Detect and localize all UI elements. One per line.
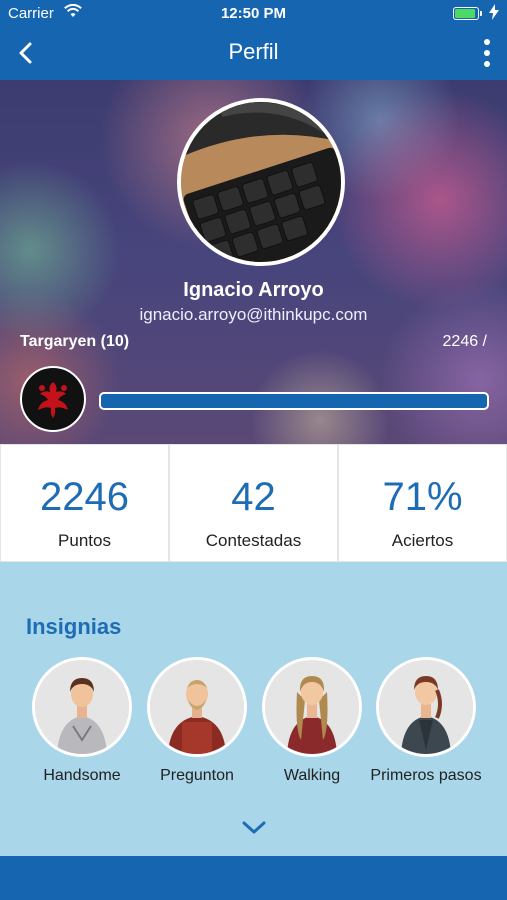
badge-label: Handsome	[43, 767, 121, 784]
battery-icon	[453, 7, 482, 20]
more-vertical-icon[interactable]	[481, 38, 493, 68]
page-title: Perfil	[228, 39, 279, 64]
stat-value: 42	[231, 475, 276, 519]
house-points: 2246 /	[442, 333, 487, 350]
badge-label: Walking	[283, 767, 341, 784]
woman-avatar-icon	[32, 657, 132, 757]
dragon-sigil-icon	[20, 366, 86, 432]
stat-value: 2246	[40, 475, 129, 519]
user-name: Ignacio Arroyo	[183, 279, 324, 301]
stat-points: 2246 Puntos	[1, 445, 168, 561]
woman-red-dress-avatar-icon	[262, 657, 362, 757]
man-avatar-icon	[147, 657, 247, 757]
avatar[interactable]	[177, 98, 345, 266]
stat-answered: 42 Contestadas	[170, 445, 337, 561]
clock: 12:50 PM	[220, 5, 287, 22]
charging-bolt-icon	[489, 4, 499, 20]
keyboard-photo	[181, 102, 341, 262]
profile-header: Ignacio Arroyo ignacio.arroyo@ithinkupc.…	[0, 80, 507, 444]
stat-label: Puntos	[58, 531, 111, 550]
status-bar: Carrier 12:50 PM	[0, 0, 507, 28]
stat-label: Aciertos	[391, 531, 454, 550]
stats-row: 2246 Puntos 42 Contestadas 71% Aciertos	[0, 444, 507, 562]
house-label: Targaryen (10)	[20, 333, 130, 350]
badges-heading: Insignias	[26, 614, 122, 639]
badge-label: Pregunton	[160, 767, 234, 784]
house-progress-bar	[99, 392, 489, 410]
chevron-down-icon[interactable]	[241, 820, 267, 836]
nav-bar: Perfil	[0, 28, 507, 80]
bottom-bar	[0, 856, 507, 900]
badge-label: Primeros pasos	[370, 767, 482, 784]
stat-label: Contestadas	[205, 531, 302, 550]
badges-section: Insignias Handsome Pregunton Walking Pri…	[0, 562, 507, 856]
stat-accuracy: 71% Aciertos	[339, 445, 506, 561]
woman-dark-dress-avatar-icon	[376, 657, 476, 757]
stat-value: 71%	[382, 475, 463, 519]
user-email: ignacio.arroyo@ithinkupc.com	[139, 305, 368, 324]
